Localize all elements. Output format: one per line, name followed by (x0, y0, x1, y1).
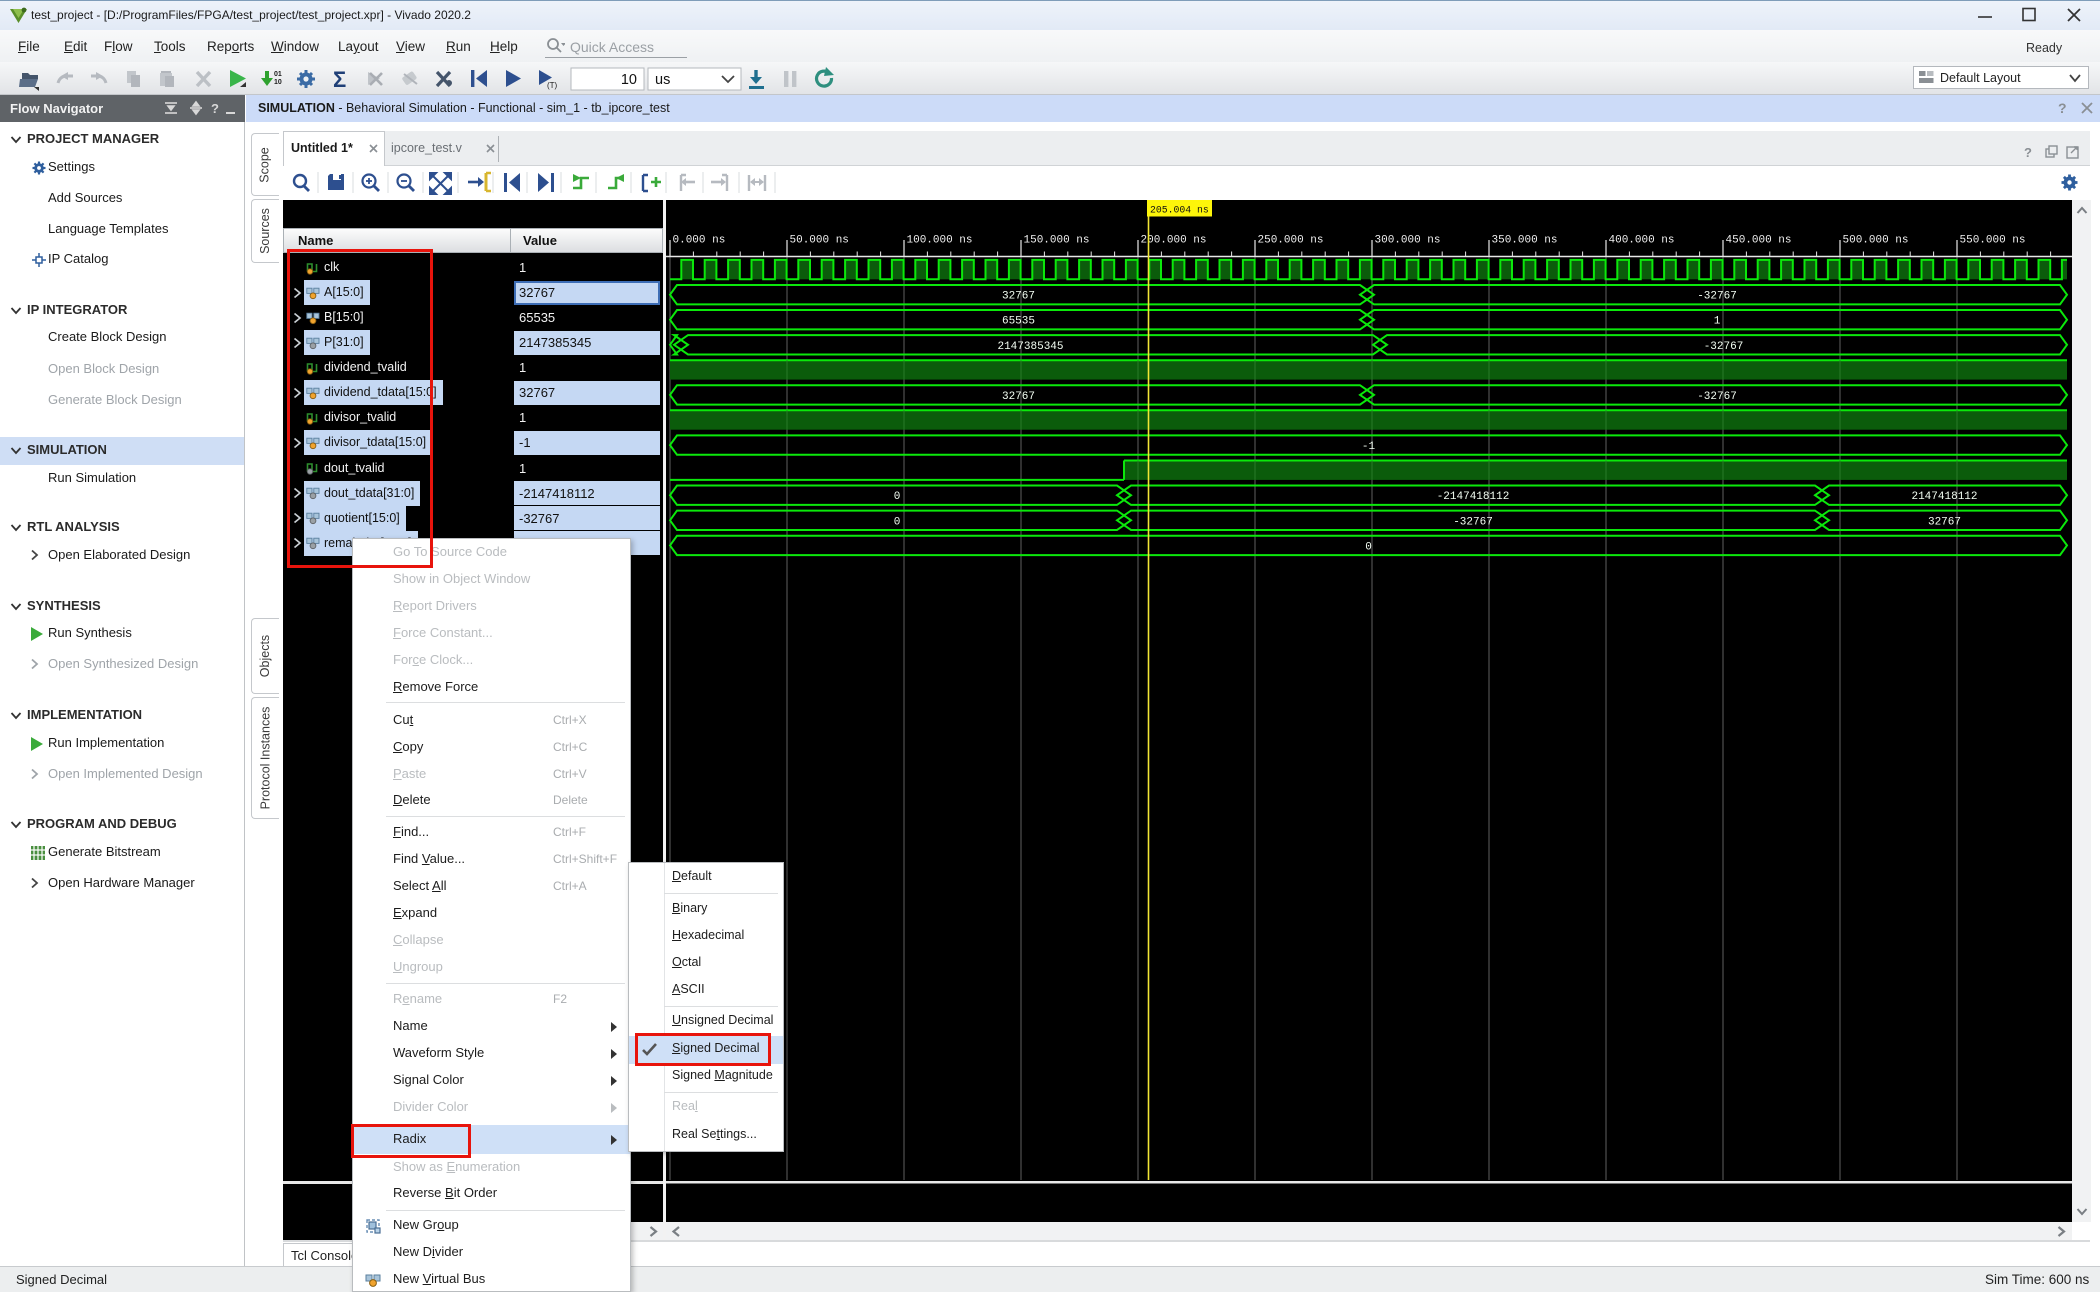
svg-text:0.000 ns: 0.000 ns (673, 235, 726, 247)
svg-text:50.000 ns: 50.000 ns (790, 235, 849, 247)
svg-text:250.000 ns: 250.000 ns (1258, 235, 1324, 247)
svg-text:10: 10 (274, 79, 282, 86)
svg-text:32767: 32767 (1928, 516, 1961, 528)
svg-text:100.000 ns: 100.000 ns (907, 235, 973, 247)
svg-text:us: us (655, 72, 670, 88)
svg-text:0: 0 (1365, 541, 1372, 553)
svg-text:550.000 ns: 550.000 ns (1960, 235, 2026, 247)
svg-text:?: ? (2058, 100, 2067, 116)
svg-text:2147385345: 2147385345 (997, 341, 1063, 353)
svg-text:400.000 ns: 400.000 ns (1609, 235, 1675, 247)
svg-text:205.004 ns: 205.004 ns (1150, 205, 1209, 216)
svg-text:150.000 ns: 150.000 ns (1024, 235, 1090, 247)
svg-text:-32767: -32767 (1697, 391, 1737, 403)
svg-text:65535: 65535 (1002, 316, 1035, 328)
svg-text:1: 1 (1714, 316, 1721, 328)
svg-text:-1: -1 (1362, 441, 1376, 453)
svg-text:32767: 32767 (1002, 291, 1035, 303)
svg-text:-32767: -32767 (1697, 291, 1737, 303)
svg-text:32767: 32767 (1002, 391, 1035, 403)
svg-text:-32767: -32767 (1453, 516, 1493, 528)
svg-text:300.000 ns: 300.000 ns (1375, 235, 1441, 247)
svg-text:200.000 ns: 200.000 ns (1141, 235, 1207, 247)
svg-text:350.000 ns: 350.000 ns (1492, 235, 1558, 247)
svg-text:(T): (T) (547, 81, 558, 90)
svg-text:?: ? (2024, 145, 2032, 160)
svg-text:?: ? (211, 101, 219, 116)
svg-text:10: 10 (621, 72, 637, 88)
svg-text:450.000 ns: 450.000 ns (1726, 235, 1792, 247)
svg-text:2147418112: 2147418112 (1911, 491, 1977, 503)
svg-text:0: 0 (894, 516, 901, 528)
svg-text:Σ: Σ (333, 67, 346, 92)
svg-text:0: 0 (894, 491, 901, 503)
svg-text:01: 01 (274, 71, 282, 78)
svg-text:-32767: -32767 (1704, 341, 1744, 353)
svg-text:-2147418112: -2147418112 (1437, 491, 1510, 503)
svg-text:500.000 ns: 500.000 ns (1843, 235, 1909, 247)
